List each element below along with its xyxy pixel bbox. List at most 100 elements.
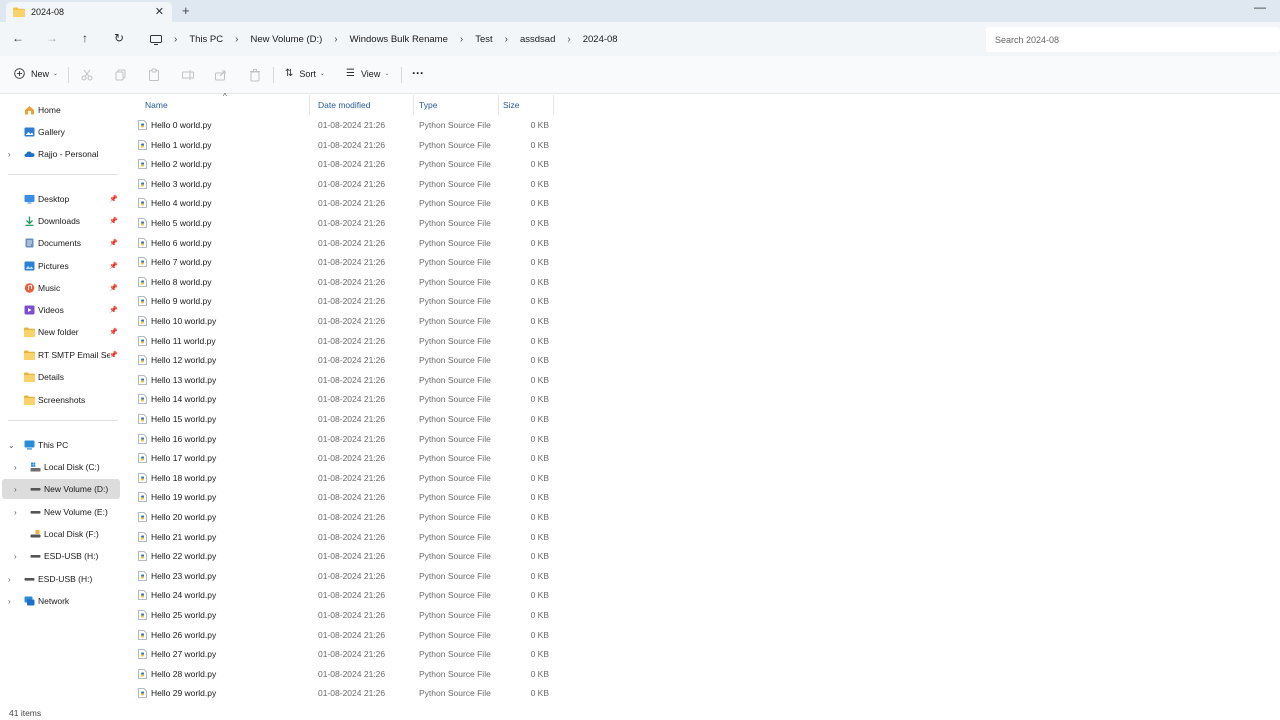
- sidebar-item-esd-usb-h[interactable]: › ESD-USB (H:): [0, 546, 122, 566]
- chevron-right-icon[interactable]: ›: [14, 508, 17, 517]
- file-row[interactable]: Hello 9 world.py 01-08-2024 21:26 Python S…: [130, 291, 550, 311]
- sidebar-item-music[interactable]: Music 📌: [0, 278, 122, 298]
- chevron-right-icon[interactable]: ›: [14, 485, 17, 494]
- chevron-right-icon[interactable]: ›: [8, 575, 11, 584]
- file-row[interactable]: Hello 4 world.py 01-08-2024 21:26 Python S…: [130, 193, 550, 213]
- copy-icon[interactable]: [114, 68, 128, 82]
- cut-icon[interactable]: [80, 68, 94, 82]
- back-arrow-icon[interactable]: ←: [10, 31, 26, 45]
- file-row[interactable]: Hello 6 world.py 01-08-2024 21:26 Python S…: [130, 233, 550, 253]
- chevron-right-icon[interactable]: ›: [8, 150, 11, 159]
- file-row[interactable]: Hello 25 world.py 01-08-2024 21:26 Python …: [130, 605, 550, 625]
- sidebar-item-local-disk-c[interactable]: › Local Disk (C:): [0, 457, 122, 477]
- pin-icon[interactable]: 📌: [109, 284, 118, 292]
- file-row[interactable]: Hello 8 world.py 01-08-2024 21:26 Python S…: [130, 272, 550, 292]
- chevron-right-icon[interactable]: ›: [14, 552, 17, 561]
- breadcrumb-windows-bulk-rename[interactable]: Windows Bulk Rename: [350, 34, 448, 45]
- file-row[interactable]: Hello 26 world.py 01-08-2024 21:26 Python …: [130, 625, 550, 645]
- file-row[interactable]: Hello 13 world.py 01-08-2024 21:26 Python …: [130, 370, 550, 390]
- file-row[interactable]: Hello 16 world.py 01-08-2024 21:26 Python …: [130, 429, 550, 449]
- file-row[interactable]: Hello 17 world.py 01-08-2024 21:26 Python …: [130, 448, 550, 468]
- file-row[interactable]: Hello 1 world.py 01-08-2024 21:26 Python S…: [130, 135, 550, 155]
- sidebar-item-downloads[interactable]: Downloads 📌: [0, 211, 122, 231]
- file-row[interactable]: Hello 5 world.py 01-08-2024 21:26 Python S…: [130, 213, 550, 233]
- share-icon[interactable]: [214, 68, 228, 82]
- sidebar-item-new-volume-e[interactable]: › New Volume (E:): [0, 502, 122, 522]
- rename-icon[interactable]: [181, 68, 195, 82]
- breadcrumb-this-pc[interactable]: This PC: [189, 34, 223, 45]
- sidebar-item-desktop[interactable]: Desktop 📌: [0, 189, 122, 209]
- file-row[interactable]: Hello 27 world.py 01-08-2024 21:26 Python …: [130, 644, 550, 664]
- file-row[interactable]: Hello 0 world.py 01-08-2024 21:26 Python S…: [130, 115, 550, 135]
- pin-icon[interactable]: 📌: [109, 262, 118, 270]
- file-row[interactable]: Hello 18 world.py 01-08-2024 21:26 Python …: [130, 468, 550, 488]
- sidebar-item-new-folder[interactable]: New folder 📌: [0, 322, 122, 342]
- view-button[interactable]: ☰ View ⌄: [346, 68, 389, 79]
- minimize-button[interactable]: —: [1254, 0, 1266, 14]
- file-row[interactable]: Hello 2 world.py 01-08-2024 21:26 Python S…: [130, 154, 550, 174]
- paste-icon[interactable]: [147, 68, 161, 82]
- sidebar-item-gallery[interactable]: Gallery: [0, 122, 122, 142]
- column-header-name[interactable]: Name: [145, 95, 168, 115]
- breadcrumb-new-volume-d[interactable]: New Volume (D:): [250, 34, 322, 45]
- sidebar-item-home[interactable]: Home: [0, 100, 122, 120]
- chevron-right-icon[interactable]: ›: [14, 463, 17, 472]
- sidebar-item-screenshots[interactable]: Screenshots: [0, 390, 122, 410]
- sidebar-item-pictures[interactable]: Pictures 📌: [0, 256, 122, 276]
- column-header-date-modified[interactable]: Date modified: [318, 95, 370, 115]
- file-row[interactable]: Hello 22 world.py 01-08-2024 21:26 Python …: [130, 546, 550, 566]
- chevron-down-icon[interactable]: ⌄: [8, 441, 15, 450]
- file-row[interactable]: Hello 14 world.py 01-08-2024 21:26 Python …: [130, 389, 550, 409]
- file-row[interactable]: Hello 19 world.py 01-08-2024 21:26 Python …: [130, 487, 550, 507]
- sidebar-item-details[interactable]: Details: [0, 367, 122, 387]
- up-arrow-icon[interactable]: ↑: [77, 31, 93, 45]
- sidebar-item-documents[interactable]: Documents 📌: [0, 233, 122, 253]
- sidebar-item-videos[interactable]: Videos 📌: [0, 300, 122, 320]
- breadcrumb-assdsad[interactable]: assdsad: [520, 34, 555, 45]
- column-divider[interactable]: [309, 95, 310, 115]
- file-row[interactable]: Hello 11 world.py 01-08-2024 21:26 Python …: [130, 331, 550, 351]
- sidebar-item-onedrive[interactable]: › Rajjo - Personal: [0, 144, 122, 164]
- column-header-size[interactable]: Size: [503, 95, 520, 115]
- column-header-type[interactable]: Type: [419, 95, 437, 115]
- file-row[interactable]: Hello 29 world.py 01-08-2024 21:26 Python …: [130, 683, 550, 703]
- file-row[interactable]: Hello 24 world.py 01-08-2024 21:26 Python …: [130, 585, 550, 605]
- pin-icon[interactable]: 📌: [109, 195, 118, 203]
- file-row[interactable]: Hello 20 world.py 01-08-2024 21:26 Python …: [130, 507, 550, 527]
- sort-button[interactable]: ⇅ Sort ⌄: [285, 68, 325, 79]
- refresh-icon[interactable]: ↻: [111, 31, 127, 45]
- breadcrumb-test[interactable]: Test: [475, 34, 492, 45]
- more-options-icon[interactable]: ···: [412, 66, 424, 80]
- delete-icon[interactable]: [248, 68, 262, 82]
- file-row[interactable]: Hello 7 world.py 01-08-2024 21:26 Python S…: [130, 252, 550, 272]
- tab-close-icon[interactable]: ✕: [155, 5, 164, 18]
- sidebar-item-new-volume-d[interactable]: › New Volume (D:): [2, 479, 120, 499]
- sidebar-item-esd-usb-h-root[interactable]: › ESD-USB (H:): [0, 569, 122, 589]
- search-input[interactable]: Search 2024-08: [986, 27, 1280, 52]
- file-row[interactable]: Hello 3 world.py 01-08-2024 21:26 Python S…: [130, 174, 550, 194]
- file-row[interactable]: Hello 15 world.py 01-08-2024 21:26 Python …: [130, 409, 550, 429]
- sidebar-item-rt-smtp[interactable]: RT SMTP Email Sender 📌: [0, 345, 122, 365]
- forward-arrow-icon[interactable]: →: [44, 31, 60, 45]
- address-bar[interactable]: › This PC › New Volume (D:) › Windows Bu…: [140, 27, 980, 52]
- new-tab-icon[interactable]: +: [182, 3, 190, 18]
- column-divider[interactable]: [553, 95, 554, 115]
- file-row[interactable]: Hello 12 world.py 01-08-2024 21:26 Python …: [130, 350, 550, 370]
- column-divider[interactable]: [413, 95, 414, 115]
- pin-icon[interactable]: 📌: [109, 351, 118, 359]
- file-row[interactable]: Hello 10 world.py 01-08-2024 21:26 Python …: [130, 311, 550, 331]
- chevron-right-icon[interactable]: ›: [8, 597, 11, 606]
- breadcrumb-2024-08[interactable]: 2024-08: [583, 34, 618, 45]
- pin-icon[interactable]: 📌: [109, 239, 118, 247]
- sidebar-item-network[interactable]: › Network: [0, 591, 122, 611]
- file-row[interactable]: Hello 28 world.py 01-08-2024 21:26 Python …: [130, 664, 550, 684]
- pin-icon[interactable]: 📌: [109, 306, 118, 314]
- tab-active[interactable]: 2024-08 ✕: [6, 2, 172, 22]
- new-button[interactable]: New ⌄: [14, 68, 58, 79]
- file-row[interactable]: Hello 21 world.py 01-08-2024 21:26 Python …: [130, 527, 550, 547]
- pin-icon[interactable]: 📌: [109, 217, 118, 225]
- file-row[interactable]: Hello 23 world.py 01-08-2024 21:26 Python …: [130, 566, 550, 586]
- pin-icon[interactable]: 📌: [109, 328, 118, 336]
- sidebar-item-this-pc[interactable]: ⌄ This PC: [0, 435, 122, 455]
- column-divider[interactable]: [498, 95, 499, 115]
